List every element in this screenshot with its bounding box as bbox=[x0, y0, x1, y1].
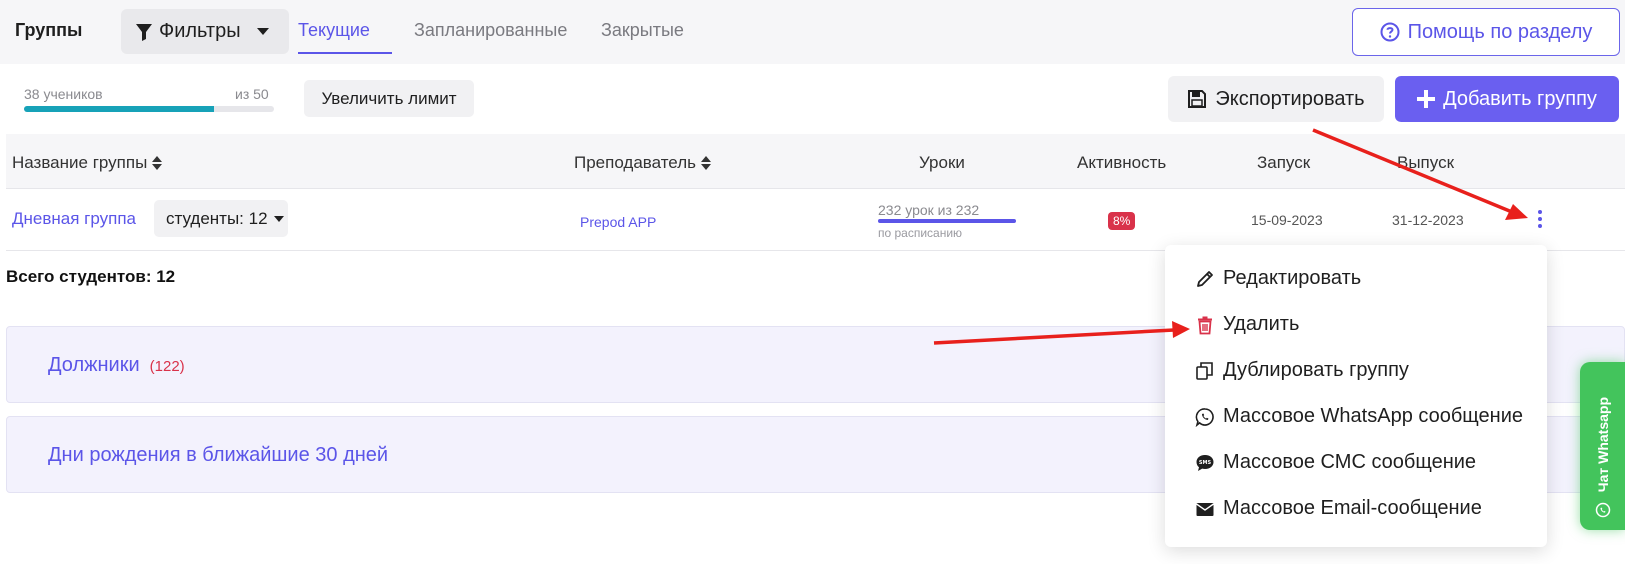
students-limit-label: из 50 bbox=[235, 86, 269, 102]
column-header-lessons: Уроки bbox=[919, 153, 965, 172]
lessons-progress-fill bbox=[878, 219, 1016, 223]
filters-label: Фильтры bbox=[159, 20, 241, 42]
menu-item-mass-whatsapp[interactable]: Массовое WhatsApp сообщение bbox=[1195, 405, 1523, 428]
total-students: Всего студентов: 12 bbox=[6, 267, 176, 286]
envelope-icon bbox=[1196, 502, 1214, 516]
row-actions-dropdown: Редактировать Удалить Дублировать группу… bbox=[1165, 245, 1547, 547]
birthdays-panel-title: Дни рождения в ближайшие 30 дней bbox=[48, 444, 389, 466]
export-button[interactable]: Экспортировать bbox=[1168, 76, 1384, 122]
question-circle-icon bbox=[1380, 22, 1400, 42]
students-dropdown[interactable]: студенты: 12 bbox=[154, 200, 288, 237]
export-label: Экспортировать bbox=[1215, 87, 1365, 110]
whatsapp-icon bbox=[1195, 407, 1214, 427]
column-header-activity: Активность bbox=[1077, 153, 1167, 172]
sort-icon bbox=[152, 156, 163, 170]
menu-item-delete[interactable]: Удалить bbox=[1195, 313, 1299, 336]
help-button[interactable]: Помощь по разделу bbox=[1352, 8, 1620, 56]
menu-item-duplicate[interactable]: Дублировать группу bbox=[1195, 359, 1409, 382]
filters-button[interactable]: Фильтры bbox=[121, 9, 289, 54]
tab-current[interactable]: Текущие bbox=[298, 20, 370, 41]
column-header-start: Запуск bbox=[1257, 153, 1311, 172]
tab-closed[interactable]: Закрытые bbox=[601, 20, 684, 41]
increase-limit-button[interactable]: Увеличить лимит bbox=[304, 80, 474, 117]
column-header-group-name[interactable]: Название группы bbox=[12, 153, 163, 173]
menu-item-mass-sms[interactable]: SMS Массовое СМС сообщение bbox=[1195, 451, 1476, 474]
teacher-link[interactable]: Prepod APP bbox=[580, 214, 656, 230]
menu-item-mass-email[interactable]: Массовое Email-сообщение bbox=[1195, 497, 1482, 520]
debtors-count: (122) bbox=[149, 358, 185, 375]
groups-page: Группы Фильтры Текущие Запланированные З… bbox=[0, 0, 1625, 564]
chevron-down-icon bbox=[273, 215, 284, 222]
tab-scheduled[interactable]: Запланированные bbox=[414, 20, 567, 41]
svg-text:SMS: SMS bbox=[1199, 460, 1212, 466]
chevron-down-icon bbox=[256, 28, 269, 35]
copy-icon bbox=[1196, 361, 1213, 380]
plus-icon bbox=[1417, 90, 1436, 108]
group-name-link[interactable]: Дневная группа bbox=[12, 209, 136, 229]
lessons-schedule-note: по расписанию bbox=[878, 226, 963, 240]
sms-icon: SMS bbox=[1196, 454, 1214, 471]
help-label: Помощь по разделу bbox=[1407, 20, 1593, 43]
row-actions-menu-icon[interactable] bbox=[1534, 205, 1546, 233]
sort-icon bbox=[700, 156, 711, 170]
lessons-progress-text: 232 урок из 232 bbox=[878, 202, 980, 218]
students-dropdown-label: студенты: 12 bbox=[166, 208, 268, 228]
filter-icon bbox=[136, 23, 152, 41]
students-limit-progress bbox=[24, 106, 274, 112]
students-limit-progress-fill bbox=[24, 106, 214, 112]
start-date: 15-09-2023 bbox=[1251, 212, 1323, 228]
students-count-label: 38 учеников bbox=[24, 86, 103, 102]
top-bar: Группы Фильтры Текущие Запланированные З… bbox=[0, 0, 1625, 64]
menu-item-edit[interactable]: Редактировать bbox=[1195, 267, 1361, 290]
debtors-panel-title: Должники bbox=[48, 354, 140, 376]
table-header: Название группы Преподаватель Уроки Акти… bbox=[6, 134, 1625, 189]
floppy-disk-icon bbox=[1188, 90, 1207, 108]
end-date: 31-12-2023 bbox=[1392, 212, 1464, 228]
whatsapp-icon bbox=[1595, 502, 1610, 518]
lessons-progress-bar bbox=[878, 219, 1016, 223]
activity-badge: 8% bbox=[1108, 212, 1136, 230]
pencil-icon bbox=[1197, 270, 1213, 287]
whatsapp-chat-label: Чат Whatsapp bbox=[1594, 396, 1611, 492]
trash-icon bbox=[1198, 316, 1212, 334]
active-tab-indicator bbox=[298, 52, 392, 54]
table-row: Дневная группа студенты: 12 Prepod APP 2… bbox=[6, 189, 1625, 251]
column-header-end: Выпуск bbox=[1397, 153, 1455, 172]
add-group-button[interactable]: Добавить группу bbox=[1395, 76, 1619, 122]
add-group-label: Добавить группу bbox=[1443, 87, 1597, 110]
page-title: Группы bbox=[15, 20, 83, 40]
whatsapp-chat-tab[interactable]: Чат Whatsapp bbox=[1580, 362, 1625, 530]
column-header-teacher[interactable]: Преподаватель bbox=[574, 153, 711, 173]
